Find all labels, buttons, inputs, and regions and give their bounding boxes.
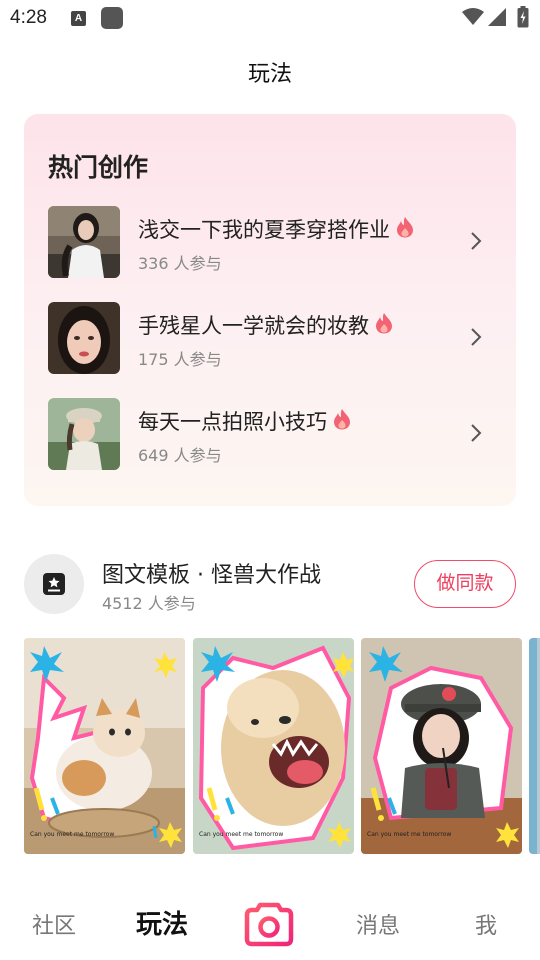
nav-play[interactable]: 玩法 [122,904,202,941]
fire-icon [397,217,413,238]
chevron-right-icon [471,424,482,442]
template-icon-circle [24,554,84,614]
chevron-right-icon [471,232,482,250]
hot-item-count: 649 人参与 [138,446,222,465]
hot-item-thumbnail [48,206,120,278]
nav-messages[interactable]: 消息 [338,908,418,940]
template-title[interactable]: 图文模板 · 怪兽大作战 [102,557,321,589]
template-gallery[interactable]: Can you meet me tomorrow Can you meet me… [24,638,540,854]
nav-community[interactable]: 社区 [14,908,94,940]
hot-item[interactable]: 浅交一下我的夏季穿搭作业 336 人参与 [48,206,500,278]
gallery-card[interactable]: Can you meet me tomorrow [24,638,185,854]
hot-creations-title: 热门创作 [48,153,149,182]
hot-item-count: 175 人参与 [138,350,222,369]
gallery-caption: Can you meet me tomorrow [199,831,283,838]
gallery-card[interactable]: Can you meet me tomorrow [193,638,354,854]
hot-item[interactable]: 手残星人一学就会的妆教 175 人参与 [48,302,500,374]
battery-icon [517,6,529,28]
hot-item-title: 手残星人一学就会的妆教 [138,310,393,340]
status-time: 4:28 [10,7,47,28]
gallery-card[interactable] [529,638,540,854]
hot-item-title: 每天一点拍照小技巧 [138,406,351,436]
nav-me[interactable]: 我 [446,908,526,940]
gallery-caption: Can you meet me tomorrow [367,831,451,838]
bottom-nav: 社区 玩法 消息 我 [0,880,540,960]
make-same-button[interactable]: 做同款 [414,560,516,608]
hot-item[interactable]: 每天一点拍照小技巧 649 人参与 [48,398,500,470]
fire-icon [376,313,392,334]
fire-icon [334,409,350,430]
hot-item-title: 浅交一下我的夏季穿搭作业 [138,214,414,244]
hot-item-thumbnail [48,302,120,374]
notification-app-icon [101,7,123,29]
camera-icon[interactable] [244,901,294,947]
page-title: 玩法 [247,62,292,87]
gallery-caption: Can you meet me tomorrow [30,831,114,838]
cellular-signal-icon [488,8,506,26]
status-bar: 4:28 A [0,0,540,38]
template-count: 4512 人参与 [102,594,196,613]
image-template-icon [43,573,65,595]
hot-creations-card: 热门创作 浅交一下我的夏季穿搭作业 336 人参与 手残星人一学就会的妆教 17… [24,114,516,506]
hot-item-count: 336 人参与 [138,254,222,273]
gallery-card[interactable]: Can you meet me tomorrow [361,638,522,854]
hot-item-thumbnail [48,398,120,470]
wifi-icon [462,8,484,25]
notification-a-icon: A [71,11,86,26]
chevron-right-icon [471,328,482,346]
